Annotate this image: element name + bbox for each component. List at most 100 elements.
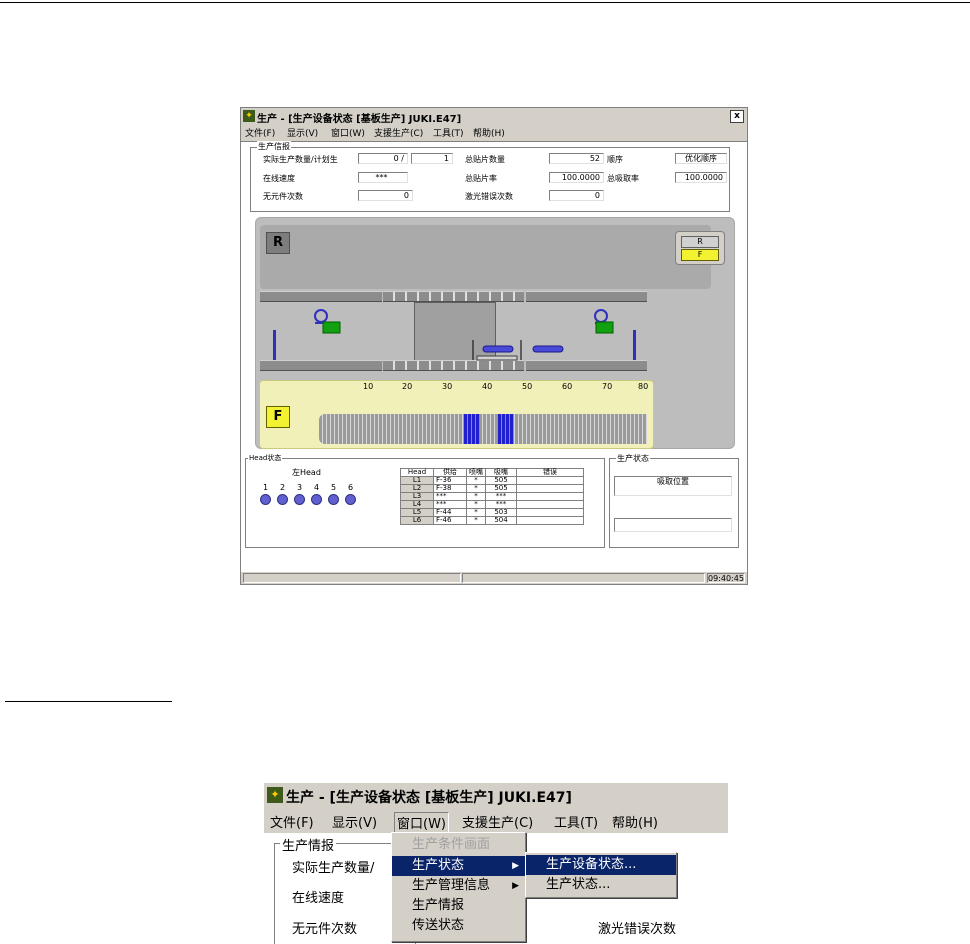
table-row[interactable]: L5 F-44 * 503 bbox=[400, 508, 584, 517]
app-icon: ✦ bbox=[243, 110, 255, 122]
table-row[interactable]: L4 *** * *** bbox=[400, 500, 584, 509]
left-stopper-icon bbox=[273, 330, 276, 360]
zoom-menu-file[interactable]: 文件(F) bbox=[270, 812, 314, 831]
production-info-group: 生产信报 实际生产数量/计划生 0 / 1 在线速度 *** 无元件次数 0 总… bbox=[250, 141, 730, 212]
front-button[interactable]: F bbox=[681, 249, 719, 261]
cell-nozzle: * bbox=[466, 516, 486, 525]
zoom-laser-label: 激光错误次数 bbox=[598, 922, 677, 937]
scale-20: 20 bbox=[402, 382, 413, 391]
head-dot-icon bbox=[260, 494, 271, 505]
zoom-menu-view[interactable]: 显示(V) bbox=[332, 812, 377, 831]
pick-rate-field: 100.0000 bbox=[675, 172, 727, 183]
cell-error bbox=[516, 516, 584, 525]
right-camera-icon bbox=[594, 309, 614, 334]
title-bar: ✦ 生产 - [生产设备状态 [基板生产] JUKI.E47] x bbox=[241, 108, 747, 125]
head-dot-icon bbox=[328, 494, 339, 505]
menu-item-transfer-state[interactable]: 传送状态 bbox=[392, 916, 525, 936]
menu-window[interactable]: 窗口(W) bbox=[331, 126, 365, 139]
zoom-menu-window[interactable]: 窗口(W) bbox=[394, 812, 449, 833]
scale-60: 60 bbox=[562, 382, 573, 391]
head-dot-icon bbox=[294, 494, 305, 505]
zoom-speed-label: 在线速度 bbox=[292, 891, 345, 906]
zoom-window-title: 生产 - [生产设备状态 [基板生产] JUKI.E47] bbox=[286, 790, 572, 806]
head-number: 5 bbox=[331, 483, 337, 492]
left-head-label: 左Head bbox=[292, 468, 321, 477]
production-state-detail bbox=[614, 518, 732, 532]
menu-help[interactable]: 帮助(H) bbox=[473, 126, 505, 139]
scale-50: 50 bbox=[522, 382, 533, 391]
menu-tools[interactable]: 工具(T) bbox=[433, 126, 464, 139]
total-mount-field: 52 bbox=[549, 153, 604, 164]
actual-plan-label: 实际生产数量/计划生 bbox=[263, 155, 338, 164]
submenu-arrow-icon: ▶ bbox=[512, 861, 519, 871]
menu-item-production-state[interactable]: 生产状态 ▶ bbox=[392, 856, 525, 876]
zoom-info-label: 生产情报 bbox=[280, 835, 337, 854]
actual-count-field: 0 / bbox=[358, 153, 408, 164]
no-part-label: 无元件次数 bbox=[263, 192, 303, 201]
total-rate-label: 总贴片率 bbox=[465, 174, 497, 183]
cell-error bbox=[516, 500, 584, 509]
table-row[interactable]: L6 F-46 * 504 bbox=[400, 516, 584, 525]
window-title: 生产 - [生产设备状态 [基板生产] JUKI.E47] bbox=[257, 114, 462, 125]
head-status-label: Head状态 bbox=[248, 453, 283, 463]
scale-40: 40 bbox=[482, 382, 493, 391]
menu-item-production-info[interactable]: 生产情报 bbox=[392, 896, 525, 916]
zoom-menu-tools[interactable]: 工具(T) bbox=[554, 812, 598, 831]
submenu-item-production-state[interactable]: 生产状态... bbox=[526, 875, 676, 895]
menu-item-production-state-label: 生产状态 bbox=[412, 858, 465, 873]
scale-30: 30 bbox=[442, 382, 453, 391]
menu-file[interactable]: 文件(F) bbox=[245, 126, 275, 139]
front-badge: F bbox=[266, 406, 290, 428]
production-window: ✦ 生产 - [生产设备状态 [基板生产] JUKI.E47] x 文件(F) … bbox=[240, 107, 748, 585]
top-rule bbox=[0, 2, 970, 3]
scale-10: 10 bbox=[363, 382, 374, 391]
menu-view[interactable]: 显示(V) bbox=[287, 126, 318, 139]
submenu-item-equipment-state[interactable]: 生产设备状态... bbox=[526, 855, 676, 875]
head-number: 2 bbox=[280, 483, 286, 492]
rf-selector: R F bbox=[675, 231, 725, 265]
menu-bar: 文件(F) 显示(V) 窗口(W) 支援生产(C) 工具(T) 帮助(H) bbox=[241, 125, 747, 139]
head-table: Head 供给 喷嘴 吸嘴 错误 L1 F-36 * 505 L2 F-38 *… bbox=[400, 468, 584, 525]
cell-error bbox=[516, 508, 584, 517]
plan-count-field: 1 bbox=[411, 153, 453, 164]
active-feeder-left bbox=[464, 414, 480, 444]
window-dropdown-menu: 生产条件画面 生产状态 ▶ 生产管理信息 ▶ 生产情报 传送状态 bbox=[391, 832, 526, 942]
page: ✦ 生产 - [生产设备状态 [基板生产] JUKI.E47] x 文件(F) … bbox=[0, 0, 970, 944]
menu-item-production-condition[interactable]: 生产条件画面 bbox=[392, 835, 525, 855]
zoom-menu-help[interactable]: 帮助(H) bbox=[612, 812, 658, 831]
table-row[interactable]: L2 F-38 * 505 bbox=[400, 484, 584, 493]
status-cell-2 bbox=[462, 573, 705, 583]
rear-area: R bbox=[260, 225, 711, 289]
zoom-menu-bar: 文件(F) 显示(V) 窗口(W) 支援生产(C) 工具(T) 帮助(H) bbox=[264, 809, 728, 833]
order-label: 顺序 bbox=[607, 155, 623, 164]
head-number: 6 bbox=[348, 483, 354, 492]
head-dot-icon bbox=[311, 494, 322, 505]
zoom-title-bar: ✦ 生产 - [生产设备状态 [基板生产] JUKI.E47] bbox=[264, 783, 728, 807]
head-number: 1 bbox=[263, 483, 269, 492]
laser-error-label: 激光错误次数 bbox=[465, 192, 513, 201]
content-area: 生产信报 实际生产数量/计划生 0 / 1 在线速度 *** 无元件次数 0 总… bbox=[241, 141, 747, 572]
machine-diagram: R R F F 10 20 30 40 50 60 70 80 bbox=[255, 217, 735, 449]
menu-support[interactable]: 支援生产(C) bbox=[374, 126, 423, 139]
cell-feeder: F-46 bbox=[433, 516, 467, 525]
production-state-label: 生产状态 bbox=[616, 453, 650, 464]
zoom-menu-support[interactable]: 支援生产(C) bbox=[462, 812, 533, 831]
order-field: 优化顺序 bbox=[675, 153, 727, 164]
rear-badge: R bbox=[266, 232, 290, 254]
status-bar: 09:40:45 bbox=[241, 571, 747, 584]
laser-error-field: 0 bbox=[549, 190, 604, 201]
table-row[interactable]: L3 *** * *** bbox=[400, 492, 584, 501]
status-cell-1 bbox=[243, 573, 461, 583]
zoom-app-icon: ✦ bbox=[267, 787, 283, 803]
production-state-field: 吸取位置 bbox=[614, 476, 732, 496]
cell-error bbox=[516, 484, 584, 493]
cell-head: L6 bbox=[400, 516, 434, 525]
lower-rail-left bbox=[260, 360, 382, 371]
rear-button[interactable]: R bbox=[681, 236, 719, 248]
head-dot-icon bbox=[345, 494, 356, 505]
close-button[interactable]: x bbox=[730, 110, 744, 123]
no-part-field: 0 bbox=[358, 190, 413, 201]
upper-rail-middle bbox=[383, 291, 524, 302]
table-row[interactable]: L1 F-36 * 505 bbox=[400, 476, 584, 485]
menu-item-management-info[interactable]: 生产管理信息 ▶ bbox=[392, 876, 525, 896]
